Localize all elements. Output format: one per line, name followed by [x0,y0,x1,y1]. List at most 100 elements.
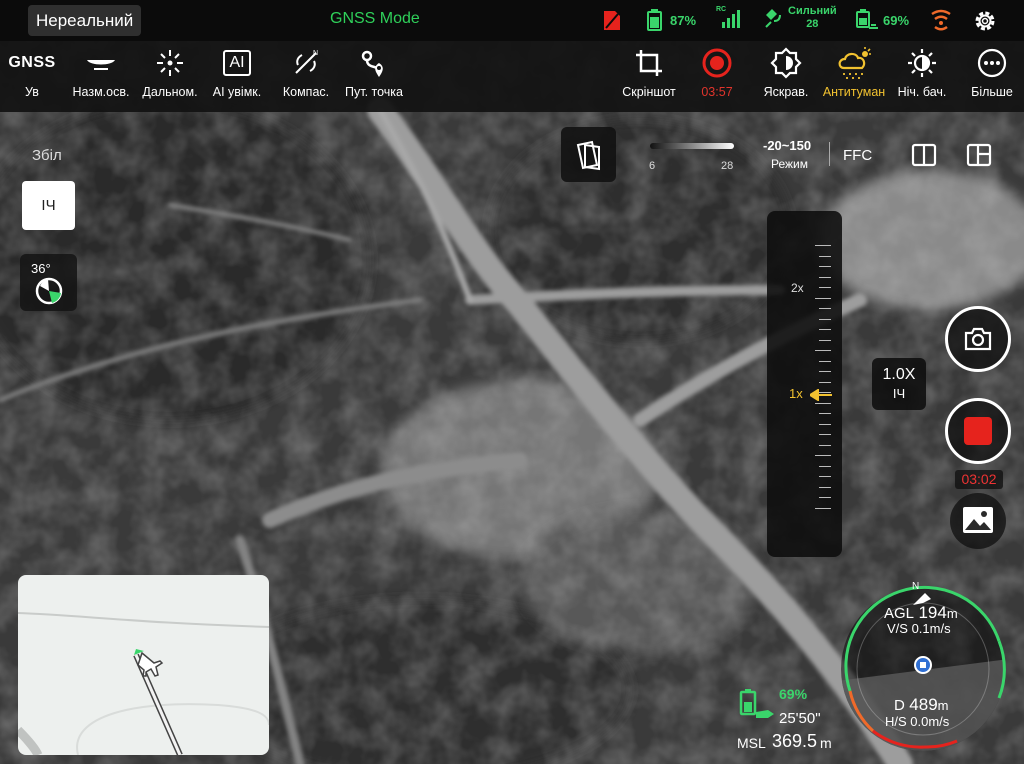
gallery-button[interactable] [950,493,1006,549]
rangefinder-button[interactable]: Дальном. [139,41,201,112]
zoom-tick [815,245,831,246]
gnss-button[interactable]: GNSS Ув [8,41,56,112]
agl-value: 194 [918,603,947,622]
palette-button[interactable] [561,127,616,182]
msl-value: 369.5 [772,731,818,751]
mode-button[interactable]: Нереальний [28,5,142,36]
agl-readout: AGL 194m [884,603,958,623]
zoom-tick [819,276,831,278]
aircraft-battery-value: 87% [670,12,697,28]
zoom-tick [819,476,831,477]
defog-button[interactable]: Антитуман [818,41,890,112]
split-view-icon[interactable] [911,143,937,172]
record-button[interactable] [945,398,1011,464]
rangefinder-label: Дальном. [142,85,198,99]
aircraft-battery-icon [645,8,667,32]
satellite-icon [762,5,786,31]
signal-label: Сильний [788,5,837,17]
night-vision-icon [893,41,951,85]
more-button[interactable]: Більше [962,41,1022,112]
zoom-tick [819,360,831,362]
distance-readout: D 489m [894,695,949,715]
svg-text:N: N [313,50,318,57]
zoom-2x-label: 2x [791,281,804,295]
zoom-tick [819,486,831,488]
attitude-indicator[interactable]: N AGL 194m V/S 0.1m/s D 489m H/S 0.0m/s [837,581,1009,757]
more-label: Більше [971,85,1013,99]
gnss-icon: GNSS [8,54,56,71]
zoom-tick [819,381,831,383]
minimap[interactable] [18,575,269,755]
record-status[interactable]: 03:57 [692,41,742,112]
temp-range-value[interactable]: -20~150 [763,138,811,153]
waypoint-label: Пут. точка [345,85,403,99]
gallery-icon [963,507,993,533]
zoom-tick [819,287,831,288]
aircraft-battery: 87% [645,8,696,32]
zoom-tick [815,297,831,299]
distance-label: D [894,697,905,714]
zoom-tick [815,402,831,404]
compass-calibration-icon: N [276,41,336,85]
night-vision-button[interactable]: Ніч. бач. [893,41,951,112]
zoom-tick [815,455,831,456]
ir-mode-button[interactable]: ІЧ [22,181,75,230]
zoom-value: 1.0X [882,366,916,383]
rc-battery-icon [854,8,880,32]
rangefinder-icon [139,41,201,85]
status-bar: Нереальний GNSS Mode 87% RC Сильний 28 6… [0,0,1024,41]
photo-mode-button[interactable] [945,306,1011,372]
distance-value: 489 [909,695,938,714]
zoom-1x-label: 1x [789,386,803,401]
no-sim-icon [602,8,622,32]
brightness-icon [756,41,816,85]
zoom-tick [815,507,831,509]
satellite-signal: Сильний 28 [762,5,837,31]
msl-label: MSL [737,735,766,751]
rc-signal: RC [716,6,742,30]
gimbal-compass[interactable]: 36° [20,254,77,311]
temp-range-label: Режим [771,157,808,171]
zoom-tick [819,308,831,309]
brightness-label: Яскрав. [763,85,809,99]
zoom-tick [819,329,831,330]
zoom-badge[interactable]: 1.0X ІЧ [872,358,926,410]
palette-max: 28 [721,160,734,172]
zoom-tick [819,413,831,414]
zoom-label: Збіл [32,147,62,164]
stop-record-icon [964,417,992,445]
distance-unit: m [937,698,949,713]
settings-gear-icon[interactable] [972,8,998,34]
screenshot-label: Скріншот [622,85,676,99]
record-timer: 03:02 [955,470,1003,489]
night-vision-label: Ніч. бач. [897,85,947,99]
waypoint-icon [340,41,408,85]
divider [829,142,830,166]
agl-unit: m [946,606,958,621]
ground-light-button[interactable]: Назм.осв. [68,41,134,112]
rc-battery-percent: 69% [779,686,808,702]
zoom-tick [815,350,831,351]
zoom-pointer-icon[interactable] [810,389,832,401]
waypoint-button[interactable]: Пут. точка [340,41,408,112]
aircraft-position-icon [134,649,164,677]
ai-label: AI увімк. [212,85,262,99]
brightness-button[interactable]: Яскрав. [756,41,816,112]
ai-button[interactable]: AI AI увімк. [206,41,268,112]
gimbal-orientation-icon [35,277,63,305]
rc-battery: 69% [854,8,909,32]
record-icon [692,41,742,85]
zoom-tick [819,371,831,372]
ground-light-label: Назм.осв. [72,85,130,99]
ffc-button[interactable]: FFC [843,147,872,164]
zoom-tick [819,444,831,446]
camera-icon [964,327,992,351]
defog-label: Антитуман [822,85,886,99]
screenshot-button[interactable]: Скріншот [616,41,682,112]
zoom-slider[interactable] [767,211,842,557]
palette-gradient [650,143,734,149]
compass-button[interactable]: N Компас. [276,41,336,112]
zoom-tick [819,423,831,425]
pip-view-icon[interactable] [966,143,992,172]
north-indicator: N [912,581,920,592]
